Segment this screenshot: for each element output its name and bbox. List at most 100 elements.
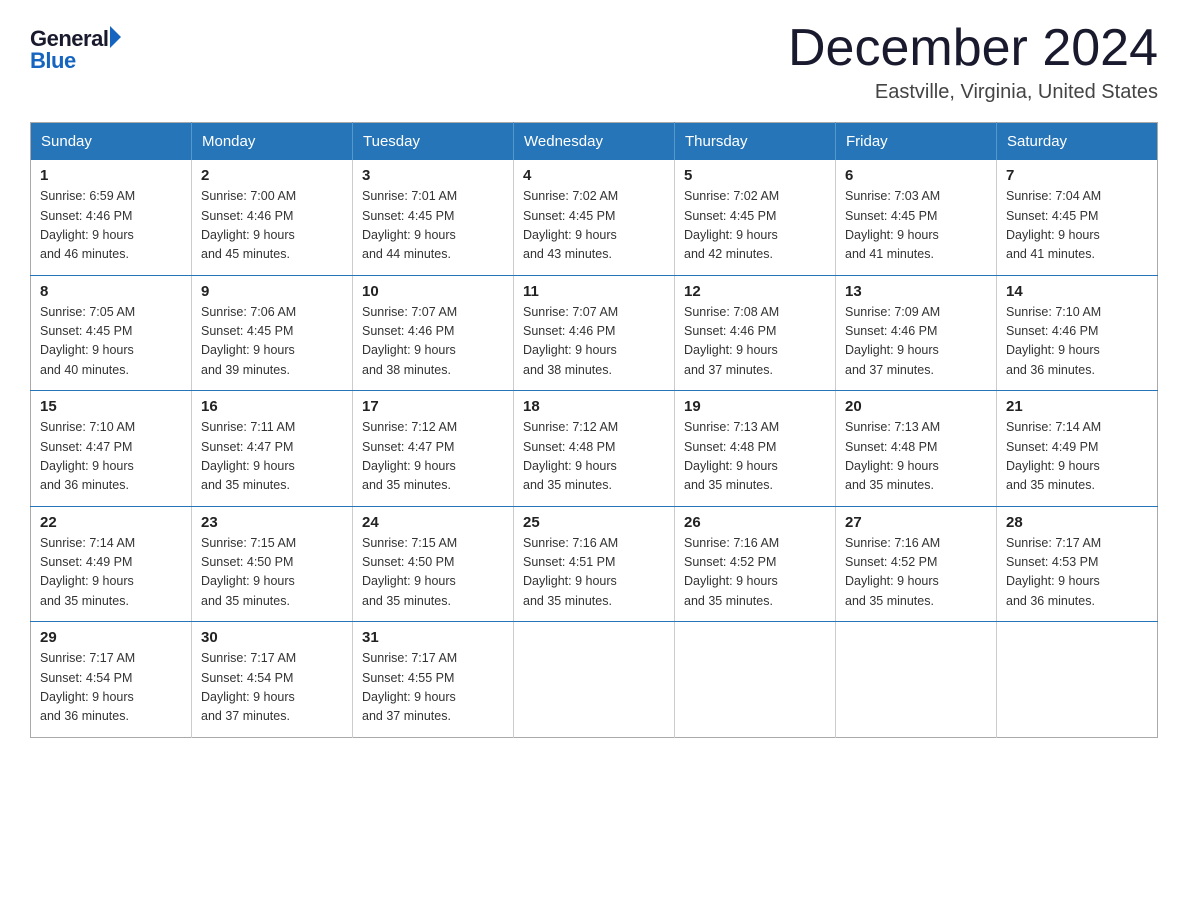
weekday-header-friday: Friday — [836, 123, 997, 161]
day-number: 11 — [523, 283, 665, 300]
day-number: 9 — [201, 283, 343, 300]
day-number: 5 — [684, 167, 826, 184]
calendar-day-cell: 27 Sunrise: 7:16 AMSunset: 4:52 PMDayligh… — [836, 506, 997, 622]
calendar-day-cell: 7 Sunrise: 7:04 AMSunset: 4:45 PMDaylight… — [997, 160, 1158, 275]
weekday-header-row: SundayMondayTuesdayWednesdayThursdayFrid… — [31, 123, 1158, 161]
calendar-day-cell: 16 Sunrise: 7:11 AMSunset: 4:47 PMDayligh… — [192, 391, 353, 507]
day-info: Sunrise: 7:07 AMSunset: 4:46 PMDaylight:… — [523, 303, 665, 381]
calendar-week-row: 1Sunrise: 6:59 AMSunset: 4:46 PMDaylight… — [31, 160, 1158, 275]
calendar-day-cell: 23Sunrise: 7:15 AMSunset: 4:50 PMDayligh… — [192, 506, 353, 622]
calendar-empty-cell — [997, 622, 1158, 738]
day-info: Sunrise: 7:14 AMSunset: 4:49 PMDaylight:… — [1006, 418, 1148, 496]
day-number: 21 — [1006, 398, 1148, 415]
calendar-day-cell: 9 Sunrise: 7:06 AMSunset: 4:45 PMDaylight… — [192, 275, 353, 391]
page-header: General Blue December 2024 Eastville, Vi… — [30, 20, 1158, 104]
day-info: Sunrise: 7:17 AMSunset: 4:55 PMDaylight:… — [362, 649, 504, 727]
day-number: 27 — [845, 514, 987, 531]
calendar-week-row: 8 Sunrise: 7:05 AMSunset: 4:45 PMDaylight… — [31, 275, 1158, 391]
month-title: December 2024 — [788, 20, 1158, 77]
day-info: Sunrise: 7:03 AMSunset: 4:45 PMDaylight:… — [845, 187, 987, 265]
day-number: 18 — [523, 398, 665, 415]
calendar-day-cell: 28 Sunrise: 7:17 AMSunset: 4:53 PMDayligh… — [997, 506, 1158, 622]
calendar-day-cell: 29 Sunrise: 7:17 AMSunset: 4:54 PMDayligh… — [31, 622, 192, 738]
logo-arrow-icon — [110, 26, 121, 48]
day-number: 6 — [845, 167, 987, 184]
day-number: 15 — [40, 398, 182, 415]
day-number: 28 — [1006, 514, 1148, 531]
day-number: 31 — [362, 629, 504, 646]
day-info: Sunrise: 7:11 AMSunset: 4:47 PMDaylight:… — [201, 418, 343, 496]
location-subtitle: Eastville, Virginia, United States — [788, 81, 1158, 104]
day-info: Sunrise: 7:10 AMSunset: 4:46 PMDaylight:… — [1006, 303, 1148, 381]
day-info: Sunrise: 7:02 AMSunset: 4:45 PMDaylight:… — [684, 187, 826, 265]
day-number: 16 — [201, 398, 343, 415]
day-info: Sunrise: 7:16 AMSunset: 4:52 PMDaylight:… — [845, 534, 987, 612]
day-info: Sunrise: 7:17 AMSunset: 4:54 PMDaylight:… — [40, 649, 182, 727]
day-info: Sunrise: 7:14 AMSunset: 4:49 PMDaylight:… — [40, 534, 182, 612]
calendar-day-cell: 22 Sunrise: 7:14 AMSunset: 4:49 PMDayligh… — [31, 506, 192, 622]
day-info: Sunrise: 7:15 AMSunset: 4:50 PMDaylight:… — [362, 534, 504, 612]
day-info: Sunrise: 7:10 AMSunset: 4:47 PMDaylight:… — [40, 418, 182, 496]
calendar-table: SundayMondayTuesdayWednesdayThursdayFrid… — [30, 122, 1158, 738]
calendar-day-cell: 8 Sunrise: 7:05 AMSunset: 4:45 PMDaylight… — [31, 275, 192, 391]
calendar-week-row: 29 Sunrise: 7:17 AMSunset: 4:54 PMDayligh… — [31, 622, 1158, 738]
day-info: Sunrise: 7:17 AMSunset: 4:54 PMDaylight:… — [201, 649, 343, 727]
calendar-week-row: 15 Sunrise: 7:10 AMSunset: 4:47 PMDayligh… — [31, 391, 1158, 507]
day-number: 30 — [201, 629, 343, 646]
day-number: 22 — [40, 514, 182, 531]
day-info: Sunrise: 7:13 AMSunset: 4:48 PMDaylight:… — [845, 418, 987, 496]
day-info: Sunrise: 7:17 AMSunset: 4:53 PMDaylight:… — [1006, 534, 1148, 612]
day-number: 4 — [523, 167, 665, 184]
calendar-day-cell: 1Sunrise: 6:59 AMSunset: 4:46 PMDaylight… — [31, 160, 192, 275]
logo-blue-text: Blue — [30, 48, 76, 74]
day-info: Sunrise: 7:05 AMSunset: 4:45 PMDaylight:… — [40, 303, 182, 381]
calendar-empty-cell — [514, 622, 675, 738]
day-number: 14 — [1006, 283, 1148, 300]
calendar-day-cell: 6 Sunrise: 7:03 AMSunset: 4:45 PMDaylight… — [836, 160, 997, 275]
day-info: Sunrise: 7:01 AMSunset: 4:45 PMDaylight:… — [362, 187, 504, 265]
calendar-day-cell: 13Sunrise: 7:09 AMSunset: 4:46 PMDayligh… — [836, 275, 997, 391]
day-number: 24 — [362, 514, 504, 531]
day-number: 25 — [523, 514, 665, 531]
weekday-header-monday: Monday — [192, 123, 353, 161]
calendar-day-cell: 21 Sunrise: 7:14 AMSunset: 4:49 PMDayligh… — [997, 391, 1158, 507]
day-number: 13 — [845, 283, 987, 300]
day-number: 20 — [845, 398, 987, 415]
calendar-day-cell: 3 Sunrise: 7:01 AMSunset: 4:45 PMDaylight… — [353, 160, 514, 275]
weekday-header-sunday: Sunday — [31, 123, 192, 161]
day-number: 7 — [1006, 167, 1148, 184]
day-number: 29 — [40, 629, 182, 646]
weekday-header-tuesday: Tuesday — [353, 123, 514, 161]
calendar-day-cell: 5 Sunrise: 7:02 AMSunset: 4:45 PMDaylight… — [675, 160, 836, 275]
calendar-day-cell: 18Sunrise: 7:12 AMSunset: 4:48 PMDayligh… — [514, 391, 675, 507]
calendar-day-cell: 15 Sunrise: 7:10 AMSunset: 4:47 PMDayligh… — [31, 391, 192, 507]
calendar-day-cell: 10Sunrise: 7:07 AMSunset: 4:46 PMDayligh… — [353, 275, 514, 391]
day-number: 26 — [684, 514, 826, 531]
day-info: Sunrise: 7:13 AMSunset: 4:48 PMDaylight:… — [684, 418, 826, 496]
weekday-header-saturday: Saturday — [997, 123, 1158, 161]
day-number: 8 — [40, 283, 182, 300]
day-info: Sunrise: 7:06 AMSunset: 4:45 PMDaylight:… — [201, 303, 343, 381]
day-number: 23 — [201, 514, 343, 531]
calendar-day-cell: 14 Sunrise: 7:10 AMSunset: 4:46 PMDayligh… — [997, 275, 1158, 391]
calendar-day-cell: 19 Sunrise: 7:13 AMSunset: 4:48 PMDayligh… — [675, 391, 836, 507]
day-info: Sunrise: 7:16 AMSunset: 4:52 PMDaylight:… — [684, 534, 826, 612]
calendar-empty-cell — [836, 622, 997, 738]
calendar-day-cell: 30 Sunrise: 7:17 AMSunset: 4:54 PMDayligh… — [192, 622, 353, 738]
calendar-day-cell: 11 Sunrise: 7:07 AMSunset: 4:46 PMDayligh… — [514, 275, 675, 391]
calendar-day-cell: 31 Sunrise: 7:17 AMSunset: 4:55 PMDayligh… — [353, 622, 514, 738]
calendar-day-cell: 4 Sunrise: 7:02 AMSunset: 4:45 PMDaylight… — [514, 160, 675, 275]
day-number: 19 — [684, 398, 826, 415]
title-block: December 2024 Eastville, Virginia, Unite… — [788, 20, 1158, 104]
day-number: 17 — [362, 398, 504, 415]
weekday-header-thursday: Thursday — [675, 123, 836, 161]
day-info: Sunrise: 7:02 AMSunset: 4:45 PMDaylight:… — [523, 187, 665, 265]
day-number: 10 — [362, 283, 504, 300]
calendar-week-row: 22 Sunrise: 7:14 AMSunset: 4:49 PMDayligh… — [31, 506, 1158, 622]
logo: General Blue — [30, 20, 121, 74]
day-number: 12 — [684, 283, 826, 300]
day-info: Sunrise: 7:04 AMSunset: 4:45 PMDaylight:… — [1006, 187, 1148, 265]
calendar-day-cell: 17Sunrise: 7:12 AMSunset: 4:47 PMDayligh… — [353, 391, 514, 507]
calendar-day-cell: 2Sunrise: 7:00 AMSunset: 4:46 PMDaylight… — [192, 160, 353, 275]
day-number: 3 — [362, 167, 504, 184]
